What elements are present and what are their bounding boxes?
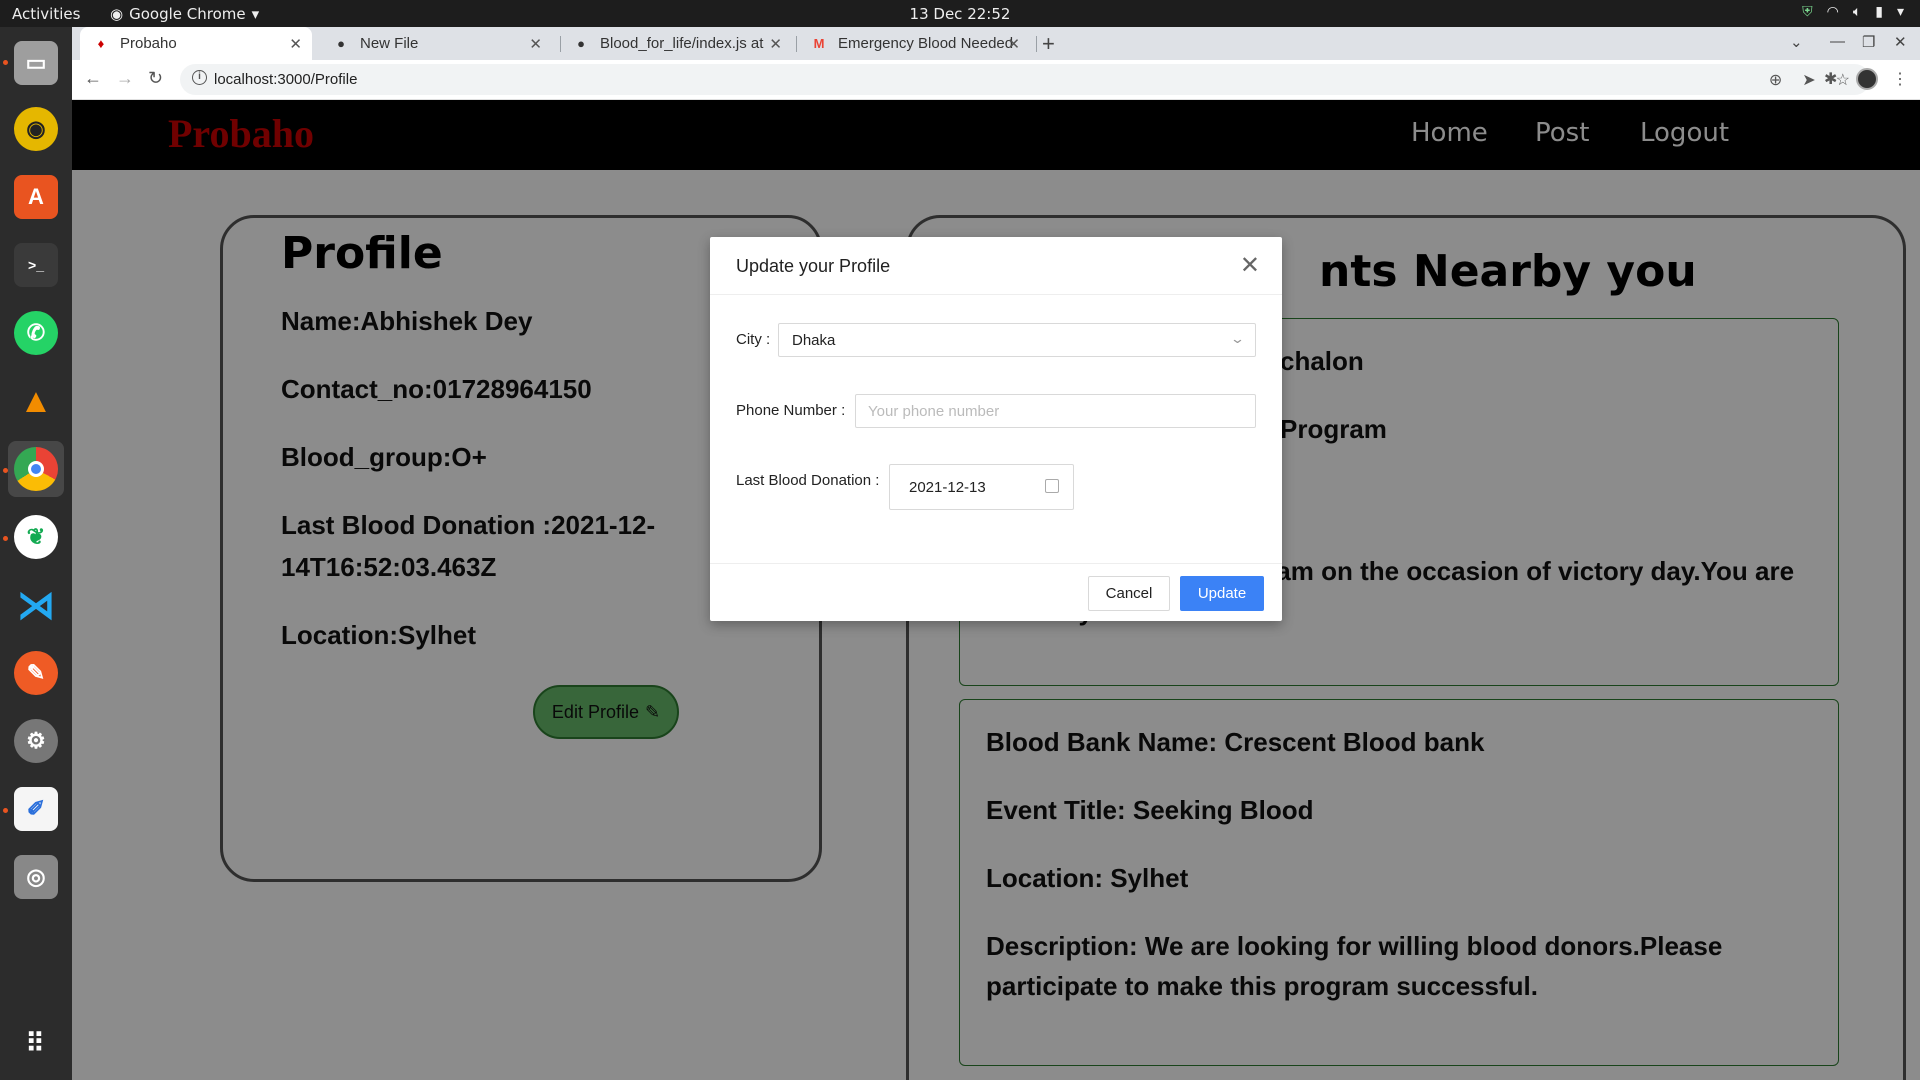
cancel-button[interactable]: Cancel [1088, 576, 1170, 611]
software-center-icon: A [14, 175, 58, 219]
rhythmbox-icon: ◉ [14, 107, 58, 151]
terminal-icon: >_ [14, 243, 58, 287]
forward-icon[interactable]: → [116, 68, 134, 89]
close-icon[interactable]: ✕ [289, 35, 302, 53]
disc-icon: ◎ [14, 855, 58, 899]
dock-vlc[interactable]: ▲ [8, 373, 64, 429]
text-editor-icon: ✐ [14, 787, 58, 831]
activities-button[interactable]: Activities [12, 5, 80, 23]
date-value: 2021-12-13 [909, 479, 986, 496]
modal-footer: Cancel Update [710, 563, 1282, 621]
city-value: Dhaka [792, 332, 836, 349]
tab-gmail[interactable]: M Emergency Blood Needed ✕ [798, 27, 1030, 60]
update-button[interactable]: Update [1180, 576, 1264, 611]
chevron-down-icon: ⌄ [1229, 331, 1246, 346]
postman-icon: ✎ [14, 651, 58, 695]
dock: ▭ ◉ A >_ ✆ ▲ ❦ ⋊ ✎ ⚙ ✐ ◎ ⠿ [0, 27, 72, 1080]
close-icon[interactable]: ✕ [769, 35, 782, 53]
city-label: City : [736, 331, 771, 348]
app-menu[interactable]: ◉ Google Chrome ▾ [110, 5, 259, 23]
menu-kebab-icon[interactable]: ⋮ [1892, 69, 1908, 89]
window-close-icon[interactable]: ✕ [1894, 33, 1907, 51]
files-icon: ▭ [14, 41, 58, 85]
app-menu-label: Google Chrome [129, 5, 246, 23]
address-bar[interactable]: i localhost:3000/Profile ⊕ ➤ ☆ [180, 64, 1870, 95]
close-icon[interactable]: ✕ [1007, 35, 1020, 53]
caret-down-icon: ▾ [251, 5, 260, 23]
dock-show-apps[interactable]: ⠿ [8, 1015, 64, 1071]
tab-title: New File [360, 35, 419, 52]
vlc-icon: ▲ [19, 381, 53, 420]
back-icon[interactable]: ← [84, 68, 102, 89]
modal-title: Update your Profile [736, 256, 891, 276]
new-tab-button[interactable]: + [1042, 31, 1055, 57]
dock-terminal[interactable]: >_ [8, 237, 64, 293]
dock-chrome[interactable] [8, 441, 64, 497]
chrome-icon [14, 447, 58, 491]
chrome-small-icon: ◉ [110, 5, 124, 23]
tab-title: Probaho [120, 35, 177, 52]
tab-github-index[interactable]: ● Blood_for_life/index.js at ✕ [560, 27, 792, 60]
tab-strip: ♦ Probaho ✕ ● New File ✕ ● Blood_for_lif… [72, 27, 1920, 60]
profile-avatar[interactable] [1856, 68, 1878, 90]
github-icon: ● [577, 36, 585, 51]
dock-text-editor[interactable]: ✐ [8, 781, 64, 837]
shield-icon: ⛨ [1802, 4, 1813, 20]
dock-vscode[interactable]: ⋊ [8, 577, 64, 633]
last-donation-label: Last Blood Donation : [736, 472, 880, 489]
url-text: localhost:3000/Profile [214, 71, 358, 88]
close-icon[interactable]: ✕ [529, 35, 542, 53]
github-icon: ● [337, 36, 345, 51]
system-top-bar: Activities ◉ Google Chrome ▾ 13 Dec 22:5… [0, 0, 1920, 27]
whatsapp-icon: ✆ [14, 311, 58, 355]
phone-input[interactable] [855, 394, 1256, 428]
zoom-icon[interactable]: ⊕ [1769, 70, 1782, 90]
phone-label: Phone Number : [736, 402, 846, 419]
probaho-favicon: ♦ [97, 36, 105, 51]
send-icon[interactable]: ➤ [1802, 70, 1815, 90]
chevron-down-icon: ▾ [1896, 4, 1904, 20]
tab-title: Emergency Blood Needed [838, 35, 1014, 52]
modal-header: Update your Profile ✕ [710, 237, 1282, 295]
vscode-icon: ⋊ [17, 584, 55, 627]
clock[interactable]: 13 Dec 22:52 [910, 5, 1011, 23]
tab-new-file[interactable]: ● New File ✕ [320, 27, 552, 60]
bookmark-star-icon[interactable]: ☆ [1836, 70, 1850, 90]
extensions-icon[interactable]: ✱ [1824, 69, 1837, 89]
maximize-icon[interactable]: ❐ [1862, 33, 1875, 51]
mongodb-compass-icon: ❦ [14, 515, 58, 559]
dock-files[interactable]: ▭ [8, 35, 64, 91]
last-donation-date-picker[interactable]: 2021-12-13 [889, 464, 1074, 510]
dock-disc[interactable]: ◎ [8, 849, 64, 905]
system-tray[interactable]: ⛨ ◠ 🔈︎ ▮ ▾ [1802, 4, 1904, 20]
minimize-icon[interactable]: — [1830, 33, 1845, 50]
dock-whatsapp[interactable]: ✆ [8, 305, 64, 361]
tab-separator [1036, 36, 1037, 52]
browser-toolbar: ← → ↻ i localhost:3000/Profile ⊕ ➤ ☆ ✱ ⋮ [72, 60, 1920, 100]
tab-search-icon[interactable]: ⌄ [1790, 33, 1803, 51]
dock-postman[interactable]: ✎ [8, 645, 64, 701]
tab-separator [796, 36, 797, 52]
settings-icon: ⚙ [14, 719, 58, 763]
web-page: Probaho Home Post Logout Profile Name:Ab… [72, 100, 1920, 1080]
dock-rhythmbox[interactable]: ◉ [8, 101, 64, 157]
dock-mongodb[interactable]: ❦ [8, 509, 64, 565]
browser-window: ♦ Probaho ✕ ● New File ✕ ● Blood_for_lif… [72, 27, 1920, 1080]
show-apps-icon: ⠿ [25, 1027, 47, 1058]
tab-probaho[interactable]: ♦ Probaho ✕ [80, 27, 312, 60]
calendar-icon [1045, 479, 1059, 493]
reload-icon[interactable]: ↻ [148, 68, 163, 89]
volume-icon: 🔈︎ [1852, 4, 1862, 20]
update-profile-modal: Update your Profile ✕ City : Dhaka ⌄ Pho… [710, 237, 1282, 621]
dock-settings[interactable]: ⚙ [8, 713, 64, 769]
gmail-icon: M [813, 36, 825, 51]
battery-icon: ▮ [1875, 4, 1883, 20]
tab-title: Blood_for_life/index.js at [600, 35, 764, 52]
city-select[interactable]: Dhaka ⌄ [778, 323, 1256, 357]
dock-software[interactable]: A [8, 169, 64, 225]
wifi-icon: ◠ [1826, 4, 1839, 20]
close-icon[interactable]: ✕ [1240, 251, 1260, 280]
site-info-icon[interactable]: i [192, 70, 207, 85]
